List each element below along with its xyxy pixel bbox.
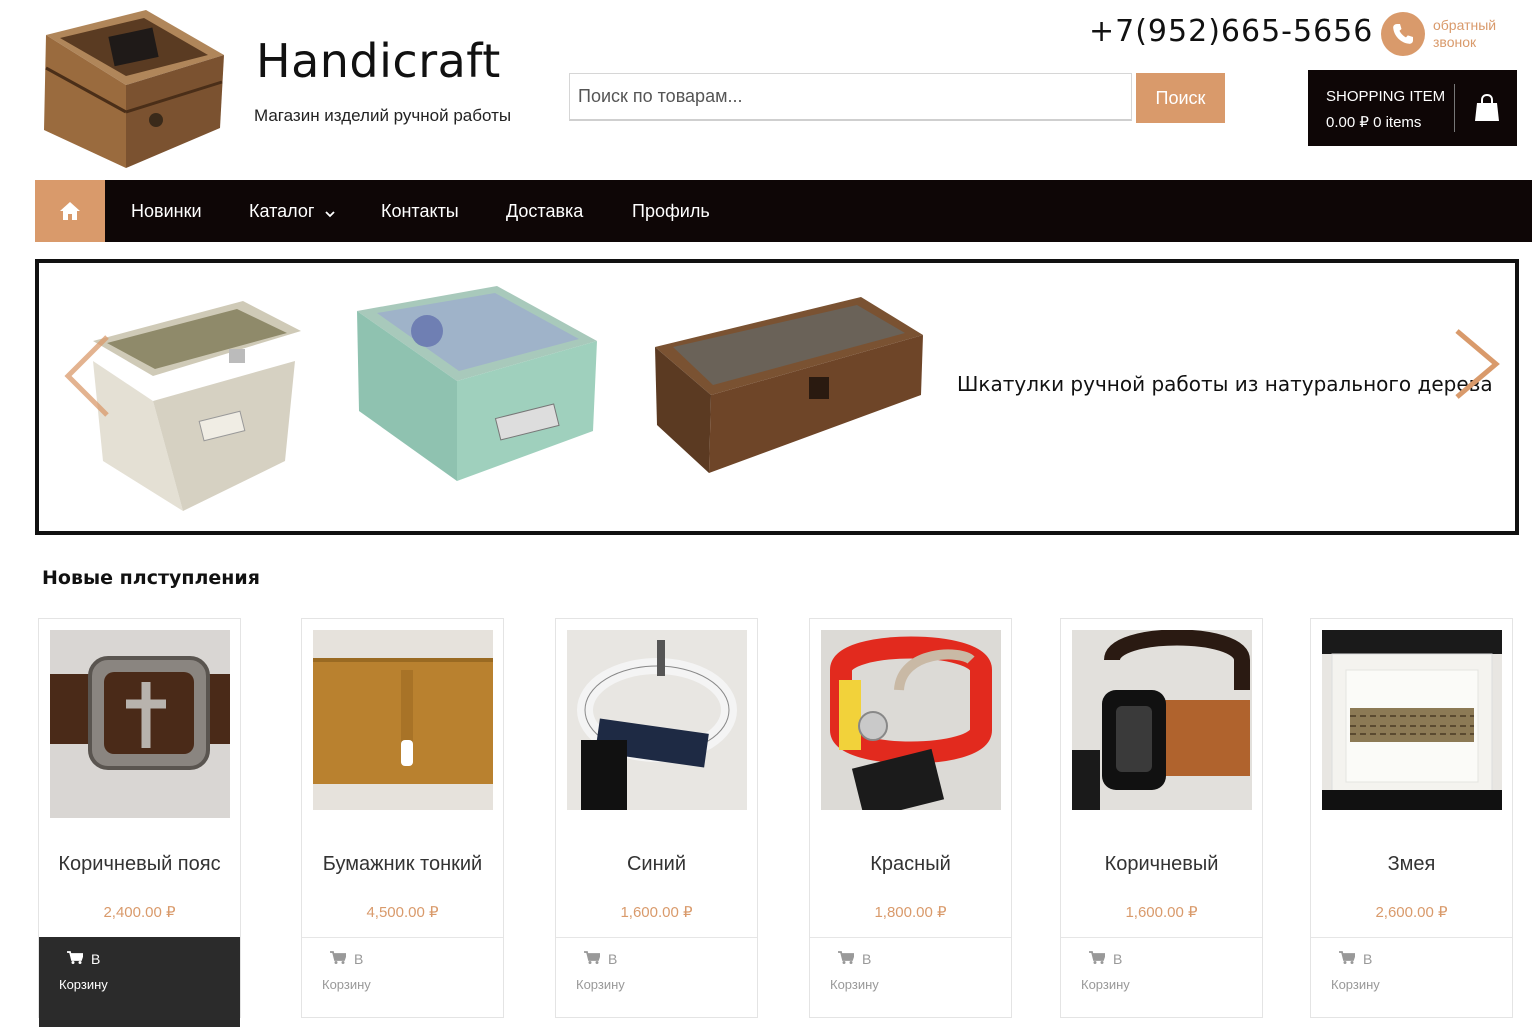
add-to-cart-line1: В [330,951,363,967]
phone-icon[interactable] [1381,12,1425,56]
cart-icon [1339,951,1357,967]
product-card: Бумажник тонкий 4,500.00 ₽ В Корзину [301,618,504,1018]
search-button[interactable]: Поиск [1136,73,1225,123]
product-name[interactable]: Красный [810,853,1011,876]
site-tagline: Магазин изделий ручной работы [254,106,512,125]
cart-widget[interactable]: SHOPPING ITEM 0.00 ₽ 0 items [1308,70,1517,146]
phone-number[interactable]: +7(952)665-5656 [1089,14,1373,49]
product-price: 2,600.00 ₽ [1375,904,1448,921]
add-to-cart-label-1: В [862,951,872,967]
product-card: Змея 2,600.00 ₽ В Корзину [1310,618,1513,1018]
nav-item-catalog-label: Каталог [249,201,315,221]
product-name[interactable]: Коричневый пояс [39,853,240,876]
product-name[interactable]: Синий [556,853,757,876]
add-to-cart-line1: В [584,951,617,967]
callback-link[interactable]: обратный звонок [1433,17,1496,51]
product-price: 1,800.00 ₽ [874,904,947,921]
new-arrivals-title: Новые плступления [42,567,260,589]
product-image-red-bracelet[interactable] [821,630,1001,820]
shopping-bag-icon[interactable] [1474,93,1500,127]
product-card: Коричневый 1,600.00 ₽ В Корзину [1060,618,1263,1018]
product-price: 2,400.00 ₽ [103,904,176,921]
add-to-cart-label-2: Корзину [830,977,879,992]
add-to-cart-label-2: Корзину [576,977,625,992]
add-to-cart-label-1: В [354,951,364,967]
product-image-belt[interactable] [50,630,230,818]
product-price: 1,600.00 ₽ [1125,904,1198,921]
product-price: 4,500.00 ₽ [366,904,439,921]
chevron-down-icon [325,202,336,223]
add-to-cart-label-2: Корзину [59,977,108,992]
slide-image-dark-box [651,295,927,480]
product-image-brown-bracelet[interactable] [1072,629,1252,810]
cart-icon [584,951,602,967]
nav-item-new[interactable]: Новинки [131,201,202,222]
nav-item-delivery[interactable]: Доставка [506,201,583,222]
search-bar: Поиск [569,73,1225,123]
add-to-cart-line1: В [838,951,871,967]
product-card: Красный 1,800.00 ₽ В Корзину [809,618,1012,1018]
product-card: Коричневый пояс 2,400.00 ₽ В Корзину [38,618,241,1027]
nav-item-catalog[interactable]: Каталог [249,201,336,223]
hero-slider: Шкатулки ручной работы из натурального д… [35,259,1519,535]
nav-item-profile[interactable]: Профиль [632,201,710,222]
add-to-cart-button[interactable]: В Корзину [1061,937,1262,1027]
main-nav: Новинки Каталог Контакты Доставка Профил… [35,180,1532,242]
slide-image-mint-box [347,281,607,506]
product-name[interactable]: Коричневый [1061,853,1262,876]
product-name[interactable]: Бумажник тонкий [302,853,503,876]
cart-icon [330,951,348,967]
add-to-cart-button[interactable]: В Корзину [810,937,1011,1027]
site-logo-image[interactable] [36,10,226,170]
home-icon[interactable] [35,180,105,242]
product-image-snake-bracelet[interactable] [1322,630,1502,810]
cart-summary: 0.00 ₽ 0 items [1326,114,1422,131]
slider-caption: Шкатулки ручной работы из натурального д… [957,372,1493,396]
add-to-cart-button[interactable]: В Корзину [556,937,757,1027]
search-input[interactable] [569,73,1132,121]
add-to-cart-button[interactable]: В Корзину [302,937,503,1027]
add-to-cart-label-1: В [91,951,101,967]
cart-title: SHOPPING ITEM [1326,88,1446,105]
site-title[interactable]: Handicraft [256,34,501,88]
product-price: 1,600.00 ₽ [620,904,693,921]
cart-icon [1089,951,1107,967]
slider-next-arrow[interactable] [1453,329,1501,404]
add-to-cart-label-2: Корзину [1331,977,1380,992]
cart-icon [67,951,85,967]
add-to-cart-label-2: Корзину [1081,977,1130,992]
cart-divider [1454,84,1455,132]
add-to-cart-button[interactable]: В Корзину [1311,937,1512,1027]
add-to-cart-line1: В [1089,951,1122,967]
product-name[interactable]: Змея [1311,853,1512,876]
add-to-cart-label-1: В [1363,951,1373,967]
callback-line-2: звонок [1433,34,1477,50]
add-to-cart-label-1: В [1113,951,1123,967]
slider-prev-arrow[interactable] [63,335,111,422]
add-to-cart-label-1: В [608,951,618,967]
callback-line-1: обратный [1433,17,1497,33]
nav-item-contacts[interactable]: Контакты [381,201,459,222]
add-to-cart-button[interactable]: В Корзину [39,937,240,1027]
add-to-cart-line1: В [1339,951,1372,967]
add-to-cart-line1: В [67,951,100,967]
product-card: Синий 1,600.00 ₽ В Корзину [555,618,758,1018]
cart-icon [838,951,856,967]
product-image-wallet[interactable] [313,630,493,810]
product-image-blue-bracelet[interactable] [567,630,747,810]
add-to-cart-label-2: Корзину [322,977,371,992]
